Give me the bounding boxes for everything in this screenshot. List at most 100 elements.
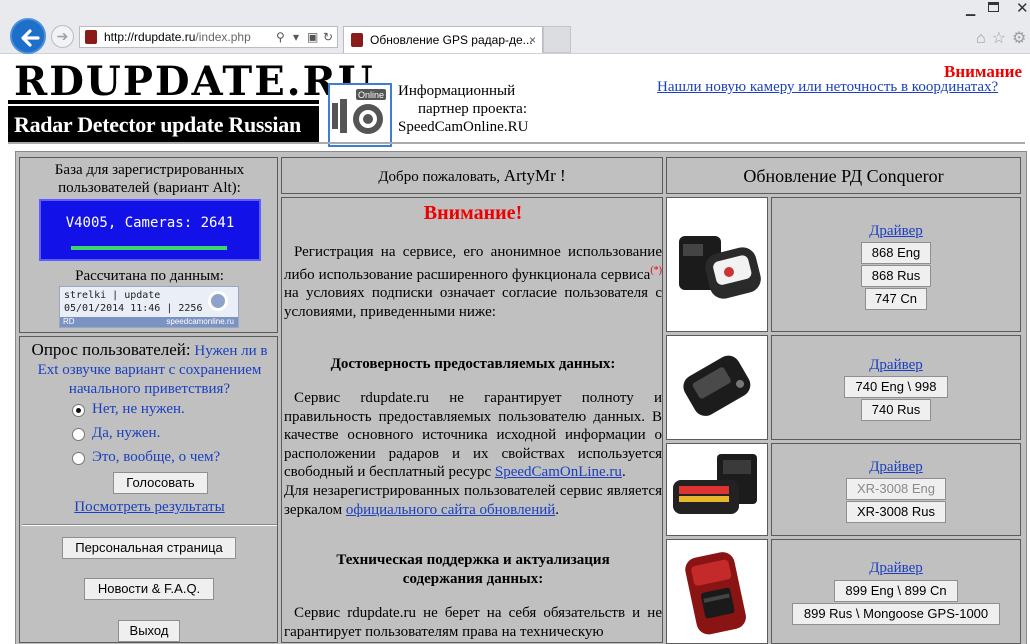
radar-detector-899-image (685, 552, 746, 635)
speedcamonline-logo[interactable]: Online (328, 83, 392, 147)
poll-option-what-label[interactable]: Это, вообще, о чем? (92, 449, 220, 466)
notice-footnote-mark[interactable]: (*) (650, 265, 662, 276)
notice-panel: Внимание! Регистрация на сервисе, его ан… (281, 197, 663, 643)
download-xr3008-rus-button[interactable]: XR-3008 Rus (846, 501, 946, 523)
home-icon[interactable]: ⌂ (976, 30, 992, 47)
banner-strip: RD speedcamonline.ru (60, 317, 238, 327)
download-899-rus-mongoose-button[interactable]: 899 Rus \ Mongoose GPS-1000 (792, 603, 1000, 625)
compat-view-icon[interactable]: ▣ (307, 27, 318, 47)
driver-link-740[interactable]: Драйвер (772, 357, 1020, 374)
poll-panel: Опрос пользователей: Нужен ли в Ext озву… (19, 336, 278, 643)
product-image-868[interactable] (666, 197, 768, 332)
product-image-740[interactable] (666, 335, 768, 440)
news-faq-button[interactable]: Новости & F.A.Q. (84, 578, 214, 600)
tab-favicon-icon (351, 33, 363, 47)
partner-line-2: партнер проекта: (418, 101, 527, 117)
search-icon[interactable]: ⚲ (276, 27, 285, 47)
poll-question: Опрос пользователей: Нужен ли в Ext озву… (22, 340, 277, 399)
notice-p4-text: Сервис rdupdate.ru не берет на себя обяз… (284, 605, 662, 640)
driver-link-xr3008[interactable]: Драйвер (772, 459, 1020, 476)
database-version-display[interactable]: V4005, Cameras: 2641 (39, 199, 261, 261)
notice-paragraph-1: Регистрация на сервисе, его анонимное ис… (284, 243, 662, 321)
dropdown-icon[interactable]: ▾ (293, 27, 299, 47)
vote-button[interactable]: Голосовать (113, 472, 208, 494)
header-divider (8, 142, 1025, 144)
forward-arrow-icon: ➔ (56, 28, 69, 44)
speedcam-source-banner[interactable]: strelki | update 05/01/2014 11:46 | 2256… (59, 286, 239, 328)
logout-button[interactable]: Выход (118, 620, 180, 642)
notice-paragraph-4: Сервис rdupdate.ru не берет на себя обяз… (284, 604, 662, 641)
poll-option-no-label[interactable]: Нет, не нужен. (92, 401, 185, 418)
back-arrow-icon (21, 29, 40, 47)
browser-toolbar: ➔ http://rdupdate.ru/index.php ⚲ ▾ ▣ ↻ О… (0, 0, 1030, 54)
notice-paragraph-2: Сервис rdupdate.ru не гарантирует полнот… (284, 389, 662, 519)
svg-text:Online: Online (358, 90, 384, 100)
tab-close-icon[interactable]: × (529, 27, 536, 53)
report-camera-link[interactable]: Нашли новую камеру или неточность в коор… (657, 79, 998, 96)
download-868-rus-button[interactable]: 868 Rus (861, 265, 931, 287)
logo-subtitle: Radar Detector update Russian site (8, 106, 319, 175)
official-site-link[interactable]: официального сайта обновлений (346, 502, 555, 518)
radar-detector-868-image (679, 236, 761, 299)
notice-p1-text: Регистрация на сервисе, его анонимное ис… (284, 244, 662, 283)
notice-title: Внимание! (423, 202, 523, 224)
toolbar-icons: ⌂☆⚙ (976, 28, 1030, 48)
close-window-icon[interactable]: ✕ (1016, 0, 1029, 17)
poll-option-yes-radio[interactable] (72, 428, 85, 441)
partner-line-1: Информационный (398, 83, 516, 99)
product-image-xr3008[interactable] (666, 443, 768, 536)
new-tab-button[interactable] (543, 26, 571, 53)
web-page: RDUPDATE.RU Radar Detector update Russia… (0, 54, 1030, 644)
download-868-eng-button[interactable]: 868 Eng (861, 242, 931, 264)
camera-lens-icon (208, 291, 228, 311)
download-747-cn-button[interactable]: 747 Cn (865, 288, 927, 310)
speedcamonline-link[interactable]: SpeedCamOnLine.ru (495, 464, 622, 480)
tab-title: Обновление GPS радар-де... (370, 33, 533, 47)
poll-option-what-radio[interactable] (72, 452, 85, 465)
download-xr3008-eng-button: XR-3008 Eng (846, 478, 946, 500)
notice-p2-tail: . (621, 464, 626, 481)
favorites-star-icon[interactable]: ☆ (992, 30, 1012, 47)
driver-link-899[interactable]: Драйвер (772, 560, 1020, 577)
back-button[interactable] (10, 18, 46, 54)
poll-option-yes-label[interactable]: Да, нужен. (92, 425, 160, 442)
refresh-icon[interactable]: ↻ (323, 27, 333, 47)
poll-heading: Опрос пользователей: (31, 340, 191, 359)
driver-link-868[interactable]: Драйвер (772, 223, 1020, 240)
radar-detector-740-image (683, 355, 751, 416)
product-image-899[interactable] (666, 539, 768, 644)
database-panel: База для зарегистрированных пользователе… (19, 157, 278, 333)
download-899-eng-cn-button[interactable]: 899 Eng \ 899 Cn (834, 580, 958, 602)
url-path: /index.php (195, 30, 251, 44)
minimize-icon[interactable]: ▁ (966, 2, 975, 16)
maximize-icon[interactable] (988, 2, 999, 12)
site-favicon-icon (85, 30, 97, 44)
site-logo[interactable]: RDUPDATE.RU Radar Detector update Russia… (8, 58, 373, 175)
database-source-label: Рассчитана по данным: (75, 268, 224, 284)
download-740-rus-button[interactable]: 740 Rus (861, 399, 931, 421)
database-version-text: V4005, Cameras: 2641 (65, 215, 235, 231)
welcome-greeting: Добро пожаловать, (378, 169, 501, 185)
poll-results-link[interactable]: Посмотреть результаты (20, 499, 279, 516)
update-title: Обновление РД Conqueror (666, 157, 1021, 194)
product-740-downloads: Драйвер 740 Eng \ 998 740 Rus (771, 335, 1021, 440)
forward-button[interactable]: ➔ (51, 25, 74, 48)
radar-detector-xr3008-image (673, 454, 757, 514)
camera-online-icon: Online (332, 89, 386, 134)
logo-title: RDUPDATE.RU (14, 58, 375, 105)
product-xr3008-downloads: Драйвер XR-3008 Eng XR-3008 Rus (771, 443, 1021, 536)
tab-active[interactable]: Обновление GPS радар-де... × (343, 26, 543, 53)
logo-divider (8, 100, 319, 104)
poll-option-no-radio[interactable] (72, 404, 85, 417)
notice-p3-tail: . (555, 501, 560, 518)
product-868-downloads: Драйвер 868 Eng 868 Rus 747 Cn (771, 197, 1021, 332)
partner-info: Информационный партнер проекта: SpeedCam… (398, 82, 528, 136)
banner-strip-left: RD (63, 317, 75, 326)
settings-gear-icon[interactable]: ⚙ (1012, 30, 1030, 47)
download-740-eng-998-button[interactable]: 740 Eng \ 998 (844, 376, 948, 398)
address-bar[interactable]: http://rdupdate.ru/index.php ⚲ ▾ ▣ ↻ (79, 26, 338, 48)
address-url[interactable]: http://rdupdate.ru/index.php (104, 27, 251, 47)
personal-page-button[interactable]: Персональная страница (62, 537, 236, 559)
welcome-username: ArtyMr ! (503, 166, 566, 185)
notice-heading-accuracy: Достоверность предоставляемых данных: (330, 356, 616, 372)
